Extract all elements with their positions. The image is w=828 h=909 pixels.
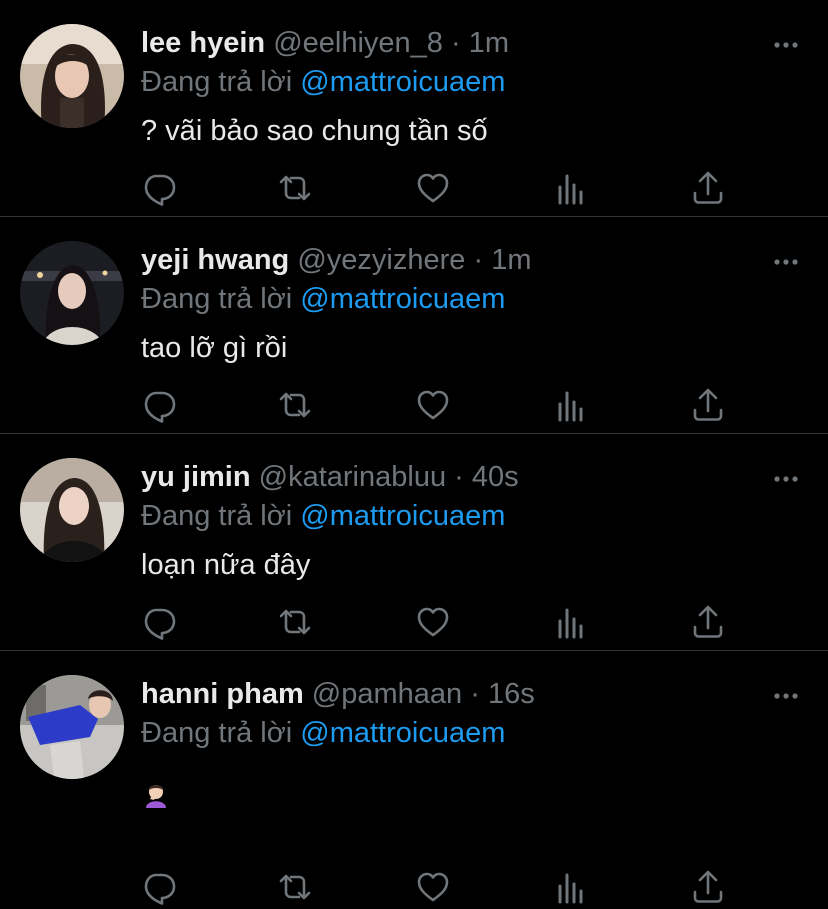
tweet-text: loạn nữa đây <box>141 549 311 581</box>
tweet-reply[interactable]: lee hyein @eelhiyen_8 · 1m Đang trả lời … <box>0 0 828 217</box>
heart-icon[interactable] <box>415 170 451 206</box>
retweet-icon[interactable] <box>277 869 313 905</box>
tweet-actions <box>141 604 731 644</box>
reply-bubble-icon[interactable] <box>141 170 177 206</box>
separator-dot: · <box>454 461 464 493</box>
replying-to-user-link[interactable]: @mattroicuaem <box>300 500 505 532</box>
user-handle[interactable]: @eelhiyen_8 <box>273 27 443 59</box>
replying-to-label: Đang trả lời <box>141 500 293 532</box>
reply-bubble-icon[interactable] <box>141 869 177 905</box>
tweet-actions <box>141 170 731 210</box>
replying-to-label: Đang trả lời <box>141 717 293 749</box>
person-facepalming-emoji <box>141 779 171 809</box>
replying-to-label: Đang trả lời <box>141 66 293 98</box>
tweet-text <box>141 774 738 812</box>
share-upload-icon[interactable] <box>690 604 726 640</box>
separator-dot: · <box>470 678 480 710</box>
separator-dot: · <box>450 27 461 59</box>
tweet-text: ? vãi bảo sao chung tần số <box>141 115 488 147</box>
views-bar-chart-icon[interactable] <box>553 869 589 905</box>
display-name[interactable]: yeji hwang <box>141 244 289 276</box>
reply-feed: lee hyein @eelhiyen_8 · 1m Đang trả lời … <box>0 0 828 905</box>
user-handle[interactable]: @pamhaan <box>312 678 462 710</box>
user-handle[interactable]: @katarinabluu <box>259 461 446 493</box>
timestamp[interactable]: 40s <box>472 461 519 493</box>
heart-icon[interactable] <box>415 869 451 905</box>
retweet-icon[interactable] <box>277 604 313 640</box>
tweet-actions <box>141 387 731 427</box>
avatar[interactable] <box>20 241 124 345</box>
replying-to-user-link[interactable]: @mattroicuaem <box>300 283 505 315</box>
retweet-icon[interactable] <box>277 387 313 423</box>
views-bar-chart-icon[interactable] <box>553 387 589 423</box>
views-bar-chart-icon[interactable] <box>553 170 589 206</box>
heart-icon[interactable] <box>415 604 451 640</box>
heart-icon[interactable] <box>415 387 451 423</box>
avatar[interactable] <box>20 458 124 562</box>
separator-dot: · <box>473 244 484 276</box>
tweet-reply[interactable]: yu jimin @katarinabluu · 40s Đang trả lờ… <box>0 434 828 651</box>
display-name[interactable]: yu jimin <box>141 461 251 493</box>
views-bar-chart-icon[interactable] <box>553 604 589 640</box>
tweet-text: tao lỡ gì rồi <box>141 332 288 364</box>
more-horizontal-icon[interactable] <box>774 253 798 265</box>
avatar[interactable] <box>20 24 124 128</box>
timestamp[interactable]: 1m <box>469 27 509 59</box>
retweet-icon[interactable] <box>277 170 313 206</box>
replying-to-user-link[interactable]: @mattroicuaem <box>300 717 505 749</box>
replying-to-user-link[interactable]: @mattroicuaem <box>300 66 505 98</box>
share-upload-icon[interactable] <box>690 170 726 206</box>
share-upload-icon[interactable] <box>690 869 726 905</box>
timestamp[interactable]: 16s <box>488 678 535 710</box>
more-horizontal-icon[interactable] <box>774 36 798 48</box>
reply-bubble-icon[interactable] <box>141 387 177 423</box>
timestamp[interactable]: 1m <box>491 244 531 276</box>
more-horizontal-icon[interactable] <box>774 687 798 699</box>
tweet-actions <box>141 869 731 909</box>
display-name[interactable]: hanni pham <box>141 678 304 710</box>
more-horizontal-icon[interactable] <box>774 470 798 482</box>
tweet-reply[interactable]: hanni pham @pamhaan · 16s Đang trả lời @… <box>0 651 828 905</box>
avatar[interactable] <box>20 675 124 779</box>
reply-bubble-icon[interactable] <box>141 604 177 640</box>
display-name[interactable]: lee hyein <box>141 27 265 59</box>
user-handle[interactable]: @yezyizhere <box>297 244 465 276</box>
replying-to-label: Đang trả lời <box>141 283 293 315</box>
share-upload-icon[interactable] <box>690 387 726 423</box>
tweet-reply[interactable]: yeji hwang @yezyizhere · 1m Đang trả lời… <box>0 217 828 434</box>
